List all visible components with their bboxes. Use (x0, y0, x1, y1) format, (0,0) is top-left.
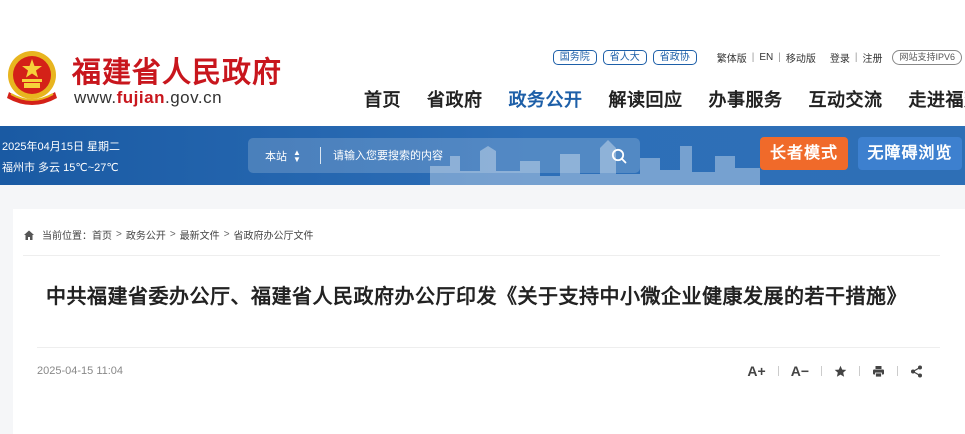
search-scope-select[interactable]: 本站 ▲ ▼ (248, 148, 320, 164)
share-icon[interactable] (910, 365, 923, 378)
nav-item-about-fujian[interactable]: 走进福建 (909, 86, 965, 112)
register-link[interactable]: 注册 (862, 50, 882, 65)
breadcrumb-separator: > (169, 229, 176, 240)
breadcrumb-separator: > (116, 229, 122, 240)
article-toolbar: A+ A− (747, 363, 923, 379)
tool-separator (821, 366, 822, 376)
nav-item-services[interactable]: 办事服务 (709, 86, 783, 112)
breadcrumb: 当前位置： 首页 > 政务公开 > 最新文件 > 省政府办公厅文件 (23, 227, 314, 242)
search-bar: 本站 ▲ ▼ (248, 138, 640, 173)
link-traditional-chinese[interactable]: 繁体版 (717, 50, 747, 65)
separator: | (751, 51, 755, 63)
login-link[interactable]: 登录 (830, 50, 850, 65)
accessible-browse-button[interactable]: 无障碍浏览 (858, 137, 962, 170)
breadcrumb-separator: > (223, 229, 230, 240)
font-increase-button[interactable]: A+ (747, 363, 765, 379)
elder-mode-button[interactable]: 长者模式 (760, 137, 848, 170)
search-icon[interactable] (598, 138, 640, 173)
nav-item-gov-affairs[interactable]: 政务公开 (509, 86, 583, 112)
site-name[interactable]: 福建省人民政府 (72, 49, 282, 91)
site-url[interactable]: www.fujian.gov.cn (74, 88, 222, 108)
link-mobile[interactable]: 移动版 (786, 50, 816, 65)
publish-time: 2025-04-15 11:04 (37, 365, 124, 377)
top-links: 国务院 省人大 省政协 繁体版 | EN | 移动版 登录 | 注册 网站支持I… (552, 49, 962, 65)
separator: | (778, 51, 781, 63)
nav-item-government[interactable]: 省政府 (427, 86, 483, 112)
home-icon (24, 230, 34, 240)
current-date: 2025年04月15日 星期二 (2, 141, 120, 153)
nav-item-home[interactable]: 首页 (364, 86, 401, 112)
printer-icon[interactable] (872, 365, 885, 378)
separator: | (854, 51, 858, 63)
tool-separator (859, 366, 860, 376)
breadcrumb-office-files[interactable]: 省政府办公厅文件 (234, 227, 314, 242)
article-title: 中共福建省委办公厅、福建省人民政府办公厅印发《关于支持中小微企业健康发展的若干措… (46, 286, 907, 308)
link-state-council[interactable]: 国务院 (552, 49, 597, 65)
link-provincial-cppcc[interactable]: 省政协 (652, 49, 697, 65)
url-domain: fujian (116, 88, 165, 107)
breadcrumb-gov-affairs[interactable]: 政务公开 (126, 227, 166, 242)
article-card: 当前位置： 首页 > 政务公开 > 最新文件 > 省政府办公厅文件 中共福建省委… (13, 209, 965, 434)
tool-separator (897, 366, 898, 376)
tool-separator (777, 366, 779, 376)
main-nav: 首页 省政府 政务公开 解读回应 办事服务 互动交流 走进福建 (364, 86, 965, 112)
nav-item-interpretation[interactable]: 解读回应 (609, 86, 683, 112)
url-suffix: .gov.cn (164, 88, 223, 107)
breadcrumb-label: 当前位置： (42, 231, 92, 242)
divider-line (37, 347, 940, 348)
breadcrumb-home[interactable]: 首页 (92, 227, 112, 242)
site-header: 福建省人民政府 www.fujian.gov.cn 国务院 省人大 省政协 繁体… (0, 0, 965, 126)
url-prefix: www. (74, 88, 117, 107)
link-provincial-congress[interactable]: 省人大 (602, 49, 647, 65)
updown-arrows-icon: ▲ ▼ (293, 147, 301, 164)
banner-bar: 2025年04月15日 星期二 福州市 多云 15℃~27℃ 本站 ▲▼ 长者模… (0, 126, 965, 185)
divider-line (23, 255, 940, 256)
breadcrumb-latest-files[interactable]: 最新文件 (180, 227, 220, 242)
content-area: 当前位置： 首页 > 政务公开 > 最新文件 > 省政府办公厅文件 中共福建省委… (0, 185, 965, 434)
nav-item-interaction[interactable]: 互动交流 (809, 86, 883, 112)
star-icon[interactable] (834, 365, 847, 378)
search-scope-label: 本站 (265, 150, 287, 163)
link-english[interactable]: EN (759, 52, 773, 63)
font-decrease-button[interactable]: A− (791, 363, 809, 379)
search-input[interactable] (321, 138, 598, 173)
national-emblem-icon[interactable] (3, 48, 61, 108)
weather-info: 福州市 多云 15℃~27℃ (2, 162, 119, 174)
ipv6-badge: 网站支持IPV6 (892, 49, 962, 65)
